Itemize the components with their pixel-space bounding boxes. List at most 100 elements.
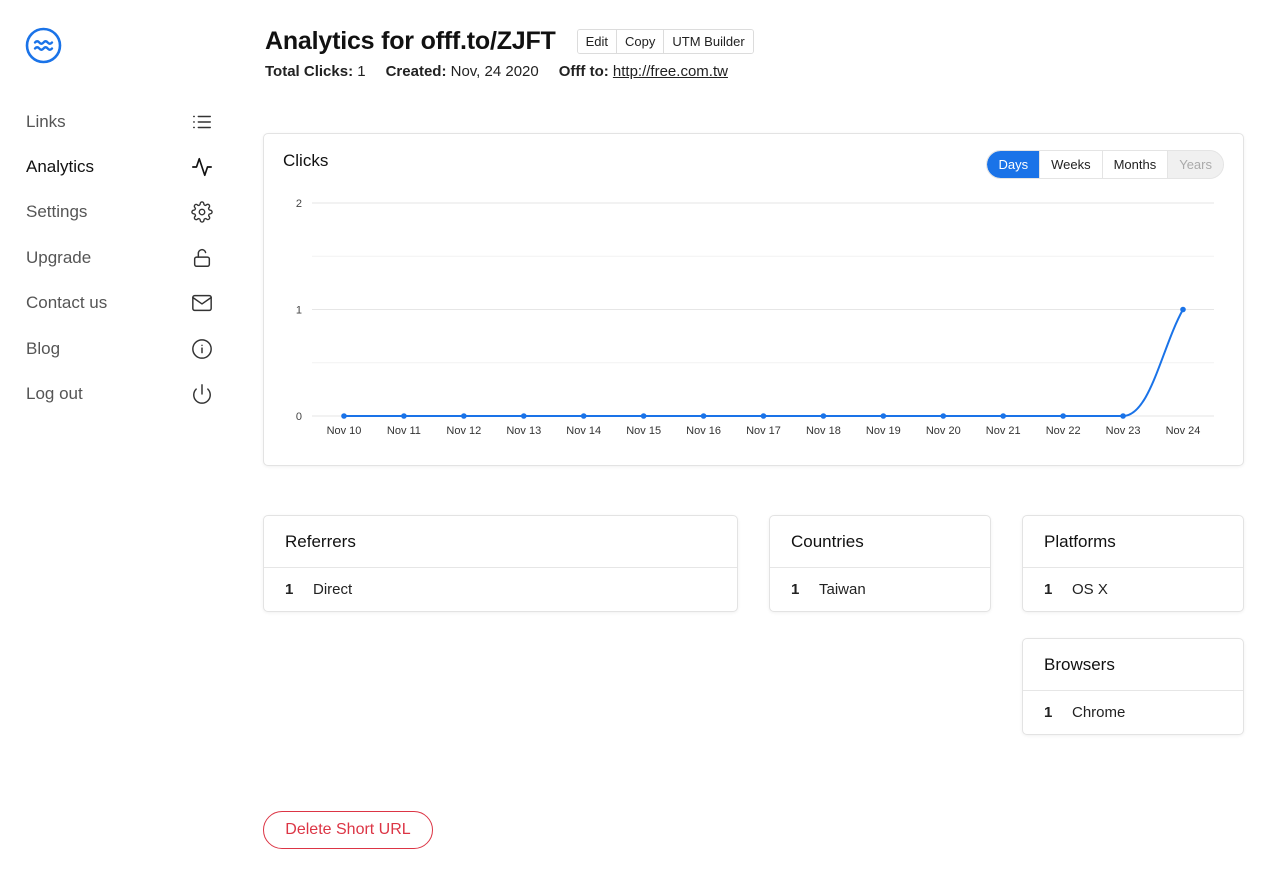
data-point (640, 413, 647, 419)
x-tick-label: Nov 14 (566, 425, 601, 437)
data-point (1180, 306, 1186, 313)
copy-button[interactable]: Copy (617, 30, 665, 53)
item-count: 1 (791, 580, 800, 598)
x-tick-label: Nov 16 (686, 425, 721, 437)
item-label: Chrome (1072, 703, 1126, 721)
platforms-panel: Platforms 1 OS X (1022, 515, 1244, 612)
unlock-icon (190, 246, 214, 270)
data-point (700, 413, 707, 419)
x-tick-label: Nov 11 (387, 425, 421, 437)
y-tick-label: 2 (296, 198, 302, 210)
x-tick-label: Nov 23 (1106, 425, 1141, 437)
total-clicks: Total Clicks: 1 (265, 63, 366, 80)
total-clicks-value: 1 (357, 63, 366, 80)
sidebar-item-label: Log out (26, 384, 83, 404)
data-point (820, 413, 827, 419)
data-point (580, 413, 587, 419)
x-tick-label: Nov 15 (626, 425, 661, 437)
period-years-button[interactable]: Years (1168, 151, 1223, 178)
item-count: 1 (285, 580, 294, 598)
sidebar-item-label: Links (26, 111, 66, 131)
created-date: Created: Nov, 24 2020 (386, 63, 539, 80)
x-tick-label: Nov 19 (866, 425, 901, 437)
item-count: 1 (1044, 703, 1053, 721)
data-point (940, 413, 947, 419)
page-title: Analytics for offf.to/ZJFT (265, 27, 556, 55)
offf-to-label: Offf to: (558, 63, 609, 80)
data-point (880, 413, 887, 419)
item-label: OS X (1072, 580, 1108, 598)
item-label: Direct (313, 580, 353, 598)
sidebar-item-log-out[interactable]: Log out (26, 371, 216, 416)
referrers-panel: Referrers 1 Direct (263, 515, 738, 612)
info-icon (190, 337, 214, 361)
sidebar-item-label: Upgrade (26, 247, 92, 267)
countries-panel: Countries 1 Taiwan (769, 515, 991, 612)
link-meta: Total Clicks: 1 Created: Nov, 24 2020 Of… (265, 63, 748, 80)
clicks-line-chart: 0 1 2 Nov 10 Nov 11 Nov 12 Nov 13 Nov 14 Nov 15 N… (296, 198, 1214, 437)
created-value: Nov, 24 2020 (450, 63, 539, 80)
x-tick-label: Nov 21 (986, 425, 1021, 437)
power-icon (190, 382, 214, 406)
sidebar-item-label: Blog (26, 338, 61, 358)
data-point (1120, 413, 1126, 419)
utm-builder-button[interactable]: UTM Builder (664, 30, 753, 53)
destination: Offf to: http://free.com.tw (559, 63, 728, 80)
clicks-chart-card: 0 1 2 Nov 10 Nov 11 Nov 12 Nov 13 Nov 14 Nov 15 N… (263, 133, 1244, 466)
period-weeks-button[interactable]: Weeks (1040, 151, 1103, 178)
sidebar-item-links[interactable]: Links (26, 99, 216, 144)
x-tick-label: Nov 24 (1166, 425, 1201, 437)
item-count: 1 (1044, 580, 1053, 598)
y-tick-label: 1 (296, 305, 302, 317)
data-point (760, 413, 767, 419)
x-tick-label: Nov 22 (1046, 425, 1081, 437)
data-point (461, 413, 467, 419)
period-months-button[interactable]: Months (1102, 151, 1169, 178)
destination-link[interactable]: http://free.com.tw (613, 63, 728, 80)
gear-icon (190, 200, 214, 224)
logo-icon[interactable] (25, 27, 62, 64)
list-icon (190, 110, 214, 134)
chart-title: Clicks (283, 151, 329, 170)
list-item: 1 Chrome (1023, 691, 1243, 733)
list-item: 1 Taiwan (770, 568, 990, 610)
delete-short-url-button[interactable]: Delete Short URL (263, 811, 433, 849)
panel-title: Browsers (1023, 639, 1243, 691)
sidebar-nav: Links Analytics Settings Upgrade Contact… (26, 99, 216, 417)
sidebar-item-blog[interactable]: Blog (26, 326, 216, 371)
list-item: 1 OS X (1023, 568, 1243, 610)
x-tick-label: Nov 20 (926, 425, 961, 437)
x-tick-label: Nov 10 (327, 425, 362, 437)
x-tick-label: Nov 12 (446, 425, 481, 437)
header: Analytics for offf.to/ZJFT Edit Copy UTM… (265, 27, 754, 56)
data-point (1060, 413, 1066, 419)
action-button-group: Edit Copy UTM Builder (576, 29, 754, 54)
panel-title: Referrers (264, 516, 737, 568)
y-tick-label: 0 (296, 411, 302, 423)
data-point (1000, 413, 1007, 419)
mail-icon (190, 291, 214, 315)
sidebar-item-label: Analytics (26, 157, 95, 177)
created-label: Created: (385, 63, 447, 80)
sidebar-item-label: Settings (26, 202, 88, 222)
panel-title: Platforms (1023, 516, 1243, 568)
sidebar-item-analytics[interactable]: Analytics (26, 144, 216, 189)
sidebar-item-contact-us[interactable]: Contact us (26, 281, 216, 326)
sidebar-item-settings[interactable]: Settings (26, 190, 216, 235)
edit-button[interactable]: Edit (577, 30, 618, 53)
data-point (341, 413, 347, 419)
browsers-panel: Browsers 1 Chrome (1022, 638, 1244, 735)
data-point (520, 413, 527, 419)
period-days-button[interactable]: Days (987, 151, 1041, 178)
panel-title: Countries (770, 516, 990, 568)
x-tick-label: Nov 13 (506, 425, 541, 437)
x-tick-label: Nov 17 (746, 425, 781, 437)
item-label: Taiwan (819, 580, 866, 598)
total-clicks-label: Total Clicks: (265, 63, 354, 80)
sidebar-item-upgrade[interactable]: Upgrade (26, 235, 216, 280)
data-point (401, 413, 407, 419)
list-item: 1 Direct (264, 568, 737, 610)
period-selector: Days Weeks Months Years (986, 150, 1224, 179)
x-tick-label: Nov 18 (806, 425, 841, 437)
sidebar-item-label: Contact us (26, 293, 108, 313)
